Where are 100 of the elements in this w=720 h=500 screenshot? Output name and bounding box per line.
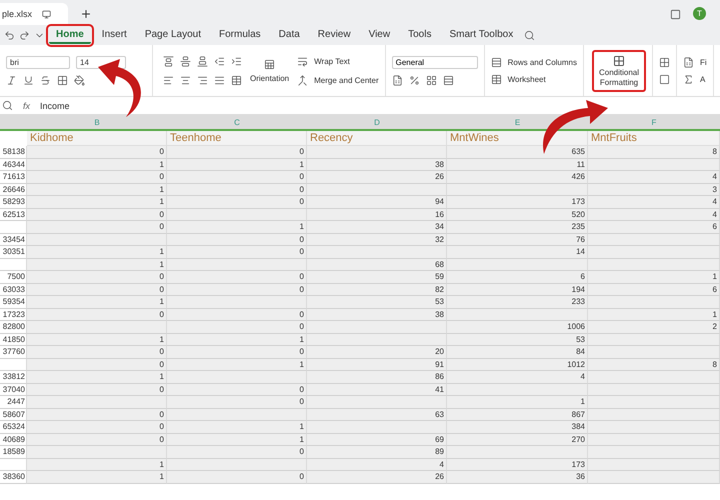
- table-cell: 0: [27, 146, 167, 158]
- table-cell: 867: [447, 408, 588, 421]
- table-cell: 40689: [0, 434, 27, 446]
- table-cell: 94: [307, 196, 447, 208]
- ribbon-tab[interactable]: Review: [310, 26, 358, 44]
- file-tab[interactable]: ple.xlsx: [0, 3, 68, 25]
- table-cell: 7500: [0, 271, 27, 284]
- table-cell: 0: [27, 208, 167, 221]
- ribbon-tab[interactable]: View: [362, 26, 398, 44]
- table-cell: 1: [167, 421, 307, 434]
- align-bottom-icon[interactable]: [197, 56, 208, 66]
- ribbon-tab[interactable]: Data: [272, 26, 307, 44]
- justify-icon[interactable]: [214, 74, 225, 86]
- fill-color-icon[interactable]: [74, 74, 85, 86]
- align-middle-icon[interactable]: [180, 56, 191, 66]
- toolbar-label[interactable]: A: [700, 74, 706, 84]
- table-cell: 37760: [0, 346, 27, 358]
- undo-icon[interactable]: [4, 30, 15, 40]
- sum-icon[interactable]: [683, 74, 694, 84]
- orientation-icon[interactable]: [264, 58, 276, 70]
- table-cell: 0: [167, 246, 307, 258]
- table-cell: 0: [167, 196, 307, 208]
- worksheet-button[interactable]: Worksheet: [508, 74, 546, 84]
- rows-columns-button[interactable]: Rows and Columns: [508, 58, 577, 66]
- table-cell: 59: [307, 271, 447, 284]
- table-cell: 0: [27, 346, 167, 358]
- ribbon-tab[interactable]: Home: [49, 26, 91, 44]
- cell-style-icon[interactable]: [659, 56, 670, 68]
- table-cell: 89: [307, 446, 447, 458]
- table-cell: 1: [27, 334, 167, 346]
- table-cell: 53: [307, 296, 447, 308]
- table-cell: 6: [588, 221, 720, 234]
- table-cell: 20: [307, 346, 447, 358]
- table-cell: 53: [447, 334, 588, 346]
- user-avatar[interactable]: T: [693, 7, 706, 20]
- italic-icon[interactable]: [6, 74, 17, 86]
- table-cell: 1: [167, 434, 307, 446]
- ribbon-tab[interactable]: Formulas: [212, 26, 268, 44]
- ribbon-tab[interactable]: Page Layout: [138, 26, 208, 44]
- table-cell: 0: [27, 284, 167, 296]
- table-cell: 14: [447, 246, 588, 258]
- table-cell: 1: [167, 334, 307, 346]
- table-cell: 4: [588, 196, 720, 208]
- table-cell: 63033: [0, 284, 27, 296]
- strikethrough-icon[interactable]: [40, 74, 51, 86]
- table-cell: 33812: [0, 371, 27, 384]
- table-cell: 1: [27, 296, 167, 308]
- table-cell: 0: [167, 184, 307, 196]
- wrap-text-icon[interactable]: [297, 56, 308, 66]
- font-name-field[interactable]: bri: [6, 56, 70, 68]
- number-format-field[interactable]: General: [392, 56, 478, 68]
- window-icon[interactable]: [670, 9, 681, 20]
- indent-icon[interactable]: [231, 56, 242, 66]
- align-right-icon[interactable]: [197, 74, 208, 86]
- table-cell: 1: [27, 158, 167, 171]
- table-cell: 0: [27, 434, 167, 446]
- formula-value[interactable]: Income: [40, 100, 70, 110]
- orientation-button[interactable]: Orientation: [250, 74, 290, 82]
- table-cell: 0: [27, 384, 167, 396]
- wrap-text-button[interactable]: Wrap Text: [314, 56, 350, 66]
- table-cell: 1: [27, 184, 167, 196]
- merge-icon[interactable]: [297, 74, 308, 86]
- percent-icon[interactable]: [408, 74, 420, 86]
- table-cell: 0: [27, 221, 167, 234]
- table-cell: 4: [588, 171, 720, 184]
- table-cell: 0: [27, 421, 167, 434]
- rows-columns-icon[interactable]: [490, 56, 502, 68]
- table-cell: 173: [447, 458, 588, 471]
- ribbon-tab[interactable]: Insert: [94, 26, 134, 44]
- table-cell: 1: [27, 196, 167, 208]
- table-header: Kidhome: [27, 131, 167, 146]
- underline-icon[interactable]: [23, 74, 34, 86]
- table-cell: 34: [307, 221, 447, 234]
- conditional-formatting-button[interactable]: Conditional Formatting: [592, 50, 646, 92]
- worksheet-icon[interactable]: [490, 74, 502, 84]
- search-icon[interactable]: [524, 30, 536, 40]
- align-center-icon[interactable]: [180, 74, 191, 86]
- outdent-icon[interactable]: [214, 56, 225, 66]
- table-cell: [0, 258, 27, 271]
- table-cell: 32: [307, 234, 447, 246]
- table-cell: 194: [447, 284, 588, 296]
- align-left-icon[interactable]: [163, 74, 174, 86]
- redo-icon[interactable]: [19, 30, 30, 40]
- frame-icon[interactable]: [659, 74, 670, 84]
- table-cell: 0: [167, 271, 307, 284]
- zoom-icon[interactable]: [2, 100, 13, 111]
- table-cell: 0: [167, 384, 307, 396]
- ribbon-tab[interactable]: Tools: [401, 26, 438, 44]
- table-cell: 384: [447, 421, 588, 434]
- table-cell: 76: [447, 234, 588, 246]
- align-top-icon[interactable]: [163, 56, 174, 66]
- merge-button[interactable]: Merge and Center: [314, 76, 379, 84]
- table-cell: 26: [307, 171, 447, 184]
- table-cell: 86: [307, 371, 447, 384]
- table-cell: 65324: [0, 421, 27, 434]
- table-cell: 46344: [0, 158, 27, 171]
- borders-icon[interactable]: [57, 74, 68, 86]
- new-tab-icon[interactable]: [80, 8, 92, 20]
- toolbar-label[interactable]: Fi: [700, 58, 707, 66]
- ribbon-tab[interactable]: Smart Toolbox: [442, 26, 520, 44]
